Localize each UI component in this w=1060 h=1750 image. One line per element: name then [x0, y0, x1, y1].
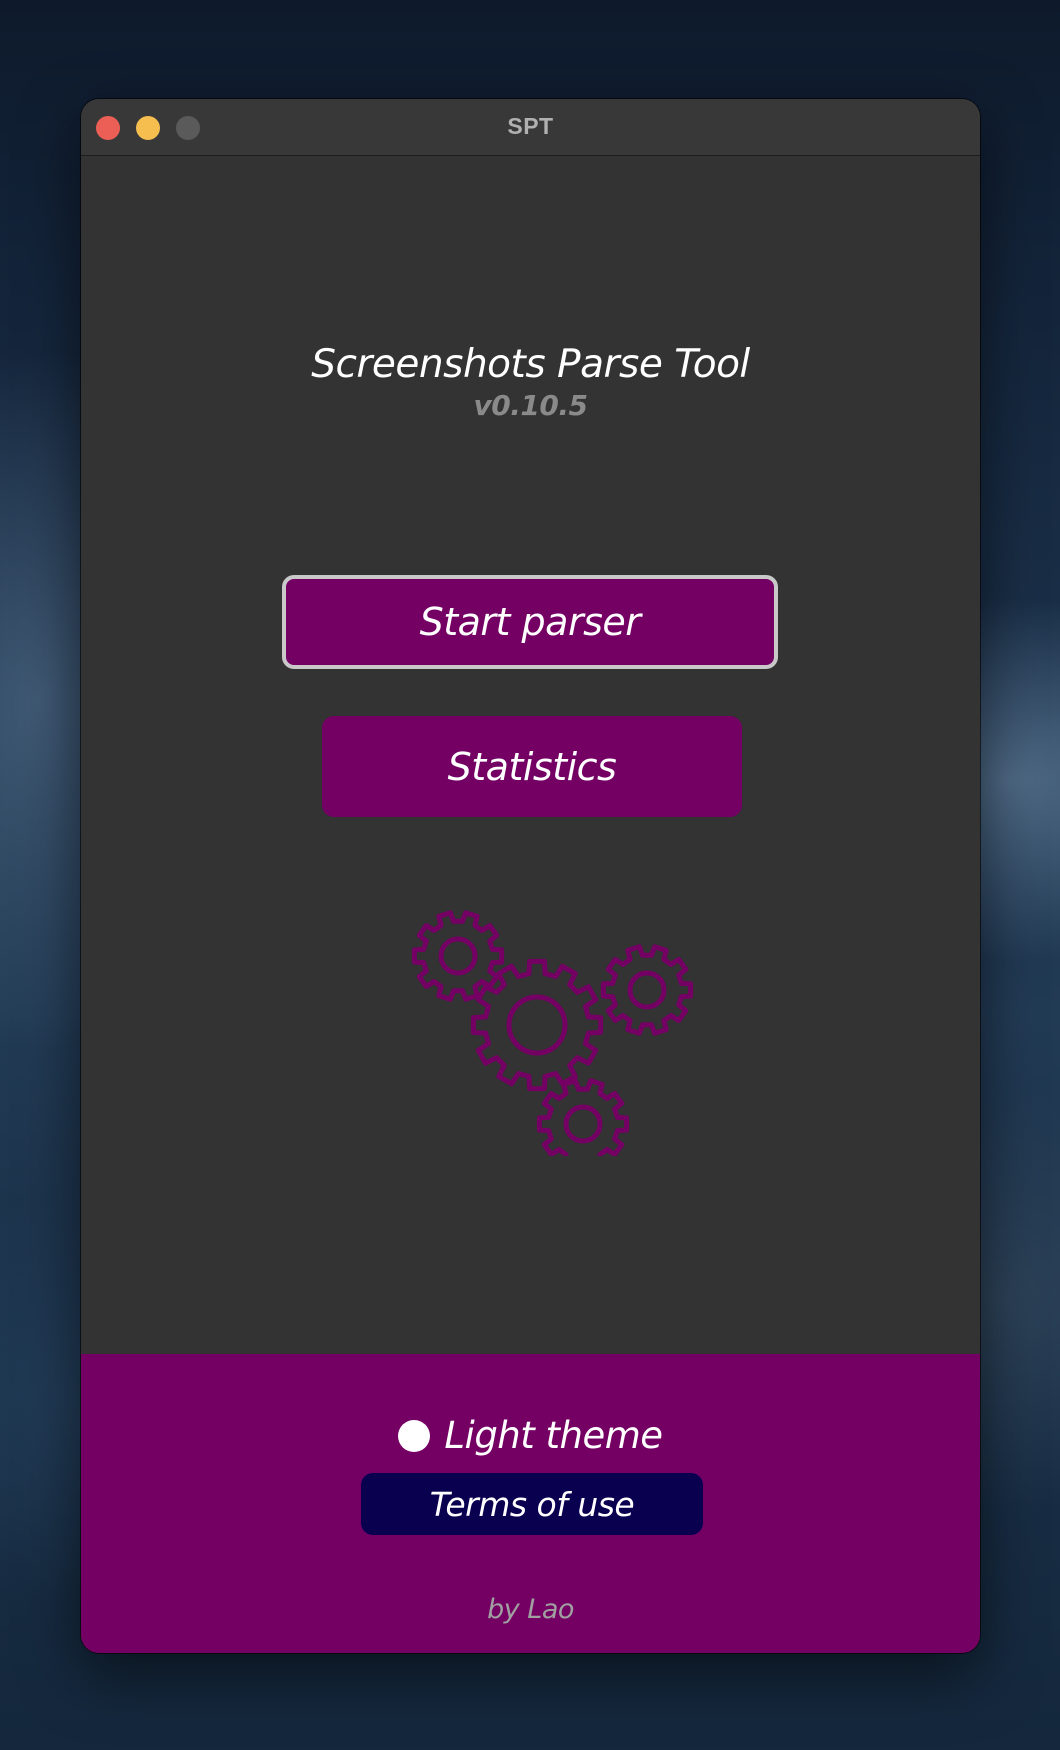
radio-indicator[interactable]: [398, 1419, 431, 1452]
gear-top-right-teeth: [600, 944, 694, 1036]
start-parser-button[interactable]: Start parser: [282, 575, 778, 669]
light-theme-radio[interactable]: Light theme: [81, 1414, 980, 1457]
gear-bottom-teeth: [536, 1078, 630, 1156]
app-title: Screenshots Parse Tool: [311, 342, 750, 387]
app-window: SPT Screenshots Parse Tool v0.10.5 Start…: [81, 99, 980, 1653]
main-content: Screenshots Parse Tool v0.10.5 Start par…: [81, 156, 980, 1354]
gear-top-right-hub: [627, 970, 667, 1010]
light-theme-label[interactable]: Light theme: [444, 1414, 663, 1457]
window-title: SPT: [507, 113, 554, 139]
statistics-button[interactable]: Statistics: [322, 716, 742, 817]
window-titlebar[interactable]: SPT: [81, 99, 980, 156]
gear-bottom-hub: [563, 1104, 603, 1144]
terms-of-use-button[interactable]: Terms of use: [361, 1473, 703, 1535]
gear-center-hub: [506, 994, 568, 1056]
gears-icon: [411, 910, 694, 1156]
gear-bottom: [536, 1078, 630, 1156]
author-credit: by Lao: [487, 1594, 574, 1625]
app-version: v0.10.5: [473, 389, 588, 422]
footer-panel: Light theme Terms of use by Lao: [81, 1354, 980, 1653]
gear-top-left-hub: [438, 936, 478, 976]
gear-top-right: [600, 944, 694, 1036]
